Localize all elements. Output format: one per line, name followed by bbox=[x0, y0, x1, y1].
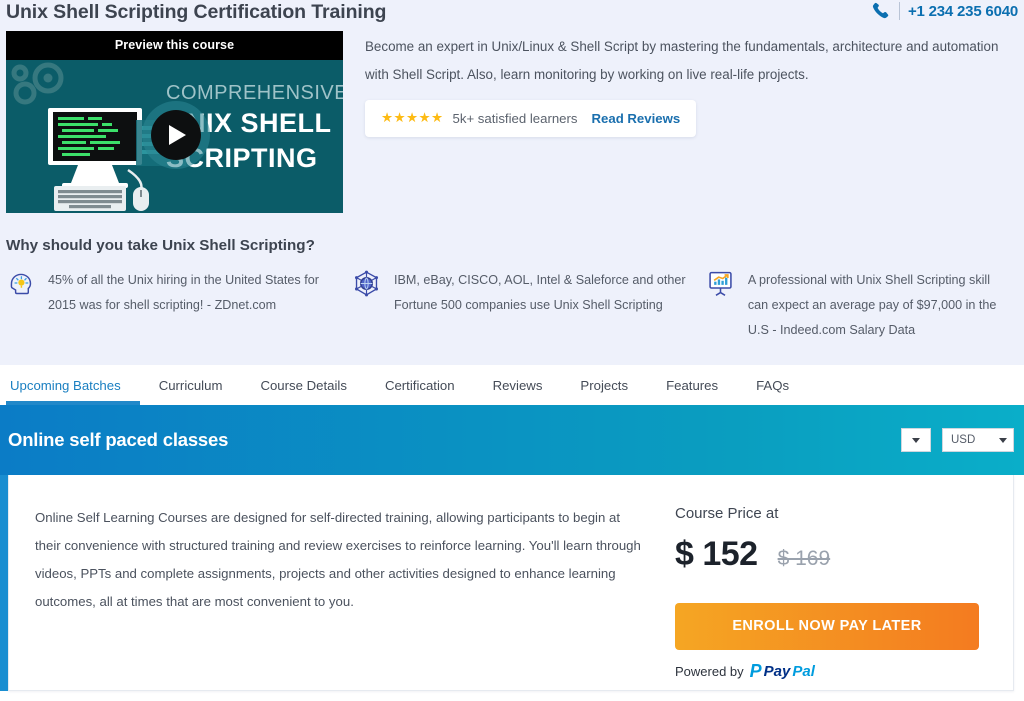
panel-description-column: Online Self Learning Courses are designe… bbox=[9, 499, 669, 690]
star-rating-icon: ★★★★★ bbox=[381, 110, 444, 125]
satisfied-learners-label: 5k+ satisfied learners bbox=[452, 110, 578, 126]
self-paced-description: Online Self Learning Courses are designe… bbox=[35, 510, 641, 609]
hero-body: Preview this course COMPREHENSIVE UNIX S… bbox=[0, 24, 1024, 213]
presentation-chart-icon bbox=[706, 268, 735, 343]
paypal-logo: P Pay Pal bbox=[750, 662, 815, 680]
page-title: Unix Shell Scripting Certification Train… bbox=[6, 1, 387, 23]
tab-certification[interactable]: Certification bbox=[366, 378, 474, 405]
preview-this-course-label[interactable]: Preview this course bbox=[6, 31, 343, 60]
paypal-name-pal: Pal bbox=[792, 662, 815, 680]
svg-text:COMPREHENSIVE: COMPREHENSIVE bbox=[166, 82, 343, 104]
why-item-text: 45% of all the Unix hiring in the United… bbox=[48, 273, 319, 312]
thumbnail-artwork: COMPREHENSIVE UNIX SHELL SCRIPTING bbox=[6, 60, 343, 213]
section-tabs[interactable]: Upcoming Batches Curriculum Course Detai… bbox=[0, 365, 1024, 405]
hero-section: Unix Shell Scripting Certification Train… bbox=[0, 0, 1024, 365]
original-price: $ 169 bbox=[777, 547, 831, 570]
panel-header: Online self paced classes USD bbox=[0, 405, 1024, 475]
paypal-mark-icon: P bbox=[749, 661, 762, 681]
rating-box: ★★★★★ 5k+ satisfied learners Read Review… bbox=[365, 100, 697, 137]
course-preview-card[interactable]: Preview this course COMPREHENSIVE UNIX S… bbox=[6, 31, 343, 213]
powered-by-paypal: Powered by P Pay Pal bbox=[675, 662, 979, 680]
course-preview-thumbnail[interactable]: COMPREHENSIVE UNIX SHELL SCRIPTING bbox=[6, 60, 343, 213]
network-globe-icon bbox=[352, 268, 381, 343]
why-section-title: Why should you take Unix Shell Scripting… bbox=[6, 237, 315, 254]
panel-side-accent bbox=[0, 475, 8, 691]
phone-contact[interactable]: +1 234 235 6040 bbox=[871, 0, 1018, 21]
panel-filters: USD bbox=[901, 428, 1014, 452]
price-row: $ 152 $ 169 bbox=[675, 535, 979, 574]
enroll-now-pay-later-button[interactable]: ENROLL NOW PAY LATER bbox=[675, 603, 979, 650]
course-overview: Become an expert in Unix/Linux & Shell S… bbox=[365, 31, 1018, 213]
tab-reviews[interactable]: Reviews bbox=[474, 378, 562, 405]
phone-number[interactable]: +1 234 235 6040 bbox=[908, 3, 1018, 20]
powered-by-label: Powered by bbox=[675, 663, 744, 679]
tab-curriculum[interactable]: Curriculum bbox=[140, 378, 242, 405]
why-item-hiring: 45% of all the Unix hiring in the United… bbox=[6, 268, 352, 343]
panel-price-column: Course Price at $ 152 $ 169 ENROLL NOW P… bbox=[669, 499, 1013, 690]
why-item-text: A professional with Unix Shell Scripting… bbox=[747, 273, 997, 337]
current-price: $ 152 bbox=[675, 535, 758, 573]
head-lightbulb-icon bbox=[6, 268, 35, 343]
tab-course-details[interactable]: Course Details bbox=[241, 378, 366, 405]
tab-faqs[interactable]: FAQs bbox=[737, 378, 808, 405]
currency-select-value: USD bbox=[951, 434, 976, 446]
course-description: Become an expert in Unix/Linux & Shell S… bbox=[365, 39, 999, 82]
chevron-down-icon bbox=[999, 437, 1007, 443]
upcoming-batches-panel: Online self paced classes USD Online Sel… bbox=[0, 405, 1024, 691]
read-reviews-link[interactable]: Read Reviews bbox=[592, 111, 681, 126]
tab-projects[interactable]: Projects bbox=[561, 378, 647, 405]
currency-select[interactable]: USD bbox=[942, 428, 1014, 452]
why-item-salary: A professional with Unix Shell Scripting… bbox=[706, 268, 1018, 343]
paypal-name-pay: Pay bbox=[763, 662, 791, 680]
hero-top-bar: Unix Shell Scripting Certification Train… bbox=[0, 0, 1024, 24]
chevron-down-icon bbox=[912, 437, 920, 443]
tab-features[interactable]: Features bbox=[647, 378, 737, 405]
tab-upcoming-batches[interactable]: Upcoming Batches bbox=[6, 378, 140, 405]
panel-body: Online Self Learning Courses are designe… bbox=[8, 475, 1014, 691]
phone-divider bbox=[898, 2, 900, 20]
filter-select[interactable] bbox=[901, 428, 931, 452]
phone-icon bbox=[871, 1, 891, 21]
panel-title: Online self paced classes bbox=[8, 429, 229, 450]
course-price-label: Course Price at bbox=[675, 505, 779, 522]
why-item-companies: IBM, eBay, CISCO, AOL, Intel & Saleforce… bbox=[352, 268, 706, 343]
why-section-grid: 45% of all the Unix hiring in the United… bbox=[0, 254, 1024, 343]
why-item-text: IBM, eBay, CISCO, AOL, Intel & Saleforce… bbox=[393, 273, 686, 312]
